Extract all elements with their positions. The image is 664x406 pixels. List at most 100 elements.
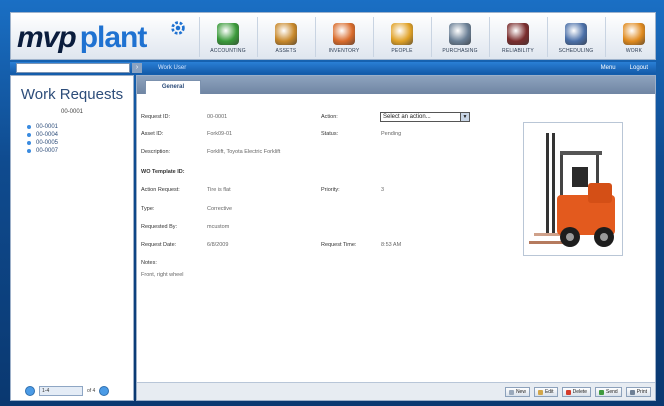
list-item-label: 00-0005 (36, 140, 59, 146)
request-id-value: 00-0001 (207, 114, 228, 120)
delete-icon (565, 389, 571, 395)
people-icon (391, 23, 413, 45)
action-request-label: Action Request: (141, 187, 180, 193)
list-item-label: 00-0001 (36, 124, 59, 130)
edit-icon (537, 389, 543, 395)
bullet-icon (27, 141, 31, 145)
status-label: Status: (321, 131, 339, 137)
module-work-button[interactable]: Work (605, 17, 662, 57)
chevron-down-icon: ▼ (460, 113, 469, 121)
prev-page-button[interactable] (25, 386, 35, 396)
main-panel: General Request ID: 00-0001 Asset ID: Fo… (136, 75, 656, 401)
nav-bar: › Work User Menu Logout (10, 62, 656, 74)
button-label: Edit (544, 389, 554, 395)
footer-button-group: New Edit Delete Send Print (504, 387, 651, 397)
page-range-select[interactable]: 1-4 (39, 386, 83, 396)
module-assets-button[interactable]: Assets (257, 17, 314, 57)
module-scheduling-button[interactable]: Scheduling (547, 17, 604, 57)
notes-label: Notes: (141, 260, 157, 266)
action-label: Action: (321, 114, 338, 120)
app-logo[interactable]: mvp plant (17, 21, 148, 54)
money-icon (217, 23, 239, 45)
calendar-icon (565, 23, 587, 45)
work-request-list: 00-0001 00-0004 00-0005 00-0007 (27, 123, 133, 155)
description-label: Description: (141, 149, 171, 155)
search-button[interactable]: › (132, 63, 142, 73)
bullet-icon (27, 133, 31, 137)
request-time-label: Request Time: (321, 242, 357, 248)
wo-template-label: WO Template ID: (141, 169, 185, 175)
list-item-label: 00-0007 (36, 148, 59, 154)
priority-value: 3 (381, 187, 385, 193)
action-request-value: Tire is flat (207, 187, 231, 193)
page-count-label: of 4 (87, 388, 96, 394)
sidebar-subtitle: 00-0001 (60, 109, 84, 115)
bullet-icon (27, 149, 31, 153)
scale-icon (449, 23, 471, 45)
list-item[interactable]: 00-0004 (27, 131, 133, 139)
button-label: Delete (572, 389, 588, 395)
requested-by-label: Requested By: (141, 224, 178, 230)
request-id-label: Request ID: (141, 114, 171, 120)
list-item[interactable]: 00-0001 (27, 123, 133, 131)
new-icon (508, 389, 514, 395)
button-label: Print (636, 389, 647, 395)
bullet-icon (27, 125, 31, 129)
send-icon (599, 389, 605, 395)
module-label: Inventory (328, 48, 360, 54)
priority-label: Priority: (321, 187, 340, 193)
delete-button[interactable]: Delete (561, 387, 592, 397)
asset-id-label: Asset ID: (141, 131, 164, 137)
module-purchasing-button[interactable]: Purchasing (431, 17, 488, 57)
logo-plant-text: plant (79, 21, 148, 54)
type-value: Corrective (207, 206, 233, 212)
box-icon (333, 23, 355, 45)
logout-link[interactable]: Logout (630, 63, 648, 73)
action-select-value: Select an action... (383, 114, 431, 120)
description-value: Forklift, Toyota Electric Forklift (207, 149, 281, 155)
request-time-value: 8:53 AM (381, 242, 402, 248)
type-label: Type: (141, 206, 155, 212)
print-button[interactable]: Print (625, 387, 651, 397)
requested-by-value: mcustom (207, 224, 230, 230)
building-icon (275, 23, 297, 45)
pager: 1-4 of 4 (25, 386, 110, 396)
notes-value: Front, right wheel (141, 272, 184, 278)
app-window: mvp plant Accounting Assets Inventory People… (0, 0, 664, 406)
edit-button[interactable]: Edit (533, 387, 558, 397)
module-accounting-button[interactable]: Accounting (199, 17, 256, 57)
gears-icon (623, 23, 645, 45)
status-value: Pending (381, 131, 402, 137)
list-item[interactable]: 00-0005 (27, 139, 133, 147)
request-date-value: 6/8/2009 (207, 242, 229, 248)
action-footer: New Edit Delete Send Print (137, 382, 655, 400)
send-button[interactable]: Send (595, 387, 622, 397)
module-reliability-button[interactable]: Reliability (489, 17, 546, 57)
module-label: Accounting (210, 48, 246, 54)
menu-link[interactable]: Menu (601, 63, 616, 73)
list-item-label: 00-0004 (36, 132, 59, 138)
module-people-button[interactable]: People (373, 17, 430, 57)
module-label: Purchasing (442, 48, 478, 54)
logo-gear-icon (171, 21, 185, 35)
nav-right-links: Menu Logout (601, 63, 648, 73)
list-item[interactable]: 00-0007 (27, 147, 133, 155)
action-select[interactable]: Select an action... ▼ (380, 112, 470, 122)
header-bar: mvp plant Accounting Assets Inventory People… (10, 12, 656, 60)
search-input[interactable] (16, 63, 130, 73)
module-inventory-button[interactable]: Inventory (315, 17, 372, 57)
button-label: Send (606, 389, 618, 395)
module-label: Assets (275, 48, 297, 54)
new-button[interactable]: New (504, 387, 530, 397)
module-label: Scheduling (558, 48, 594, 54)
tab-bar: General (137, 76, 655, 94)
module-toolbar: Accounting Assets Inventory People Purchasin… (199, 17, 663, 57)
work-user-link[interactable]: Work User (158, 63, 186, 73)
tab-general[interactable]: General (145, 80, 201, 94)
asset-id-value[interactable]: Fork09-01 (207, 131, 232, 137)
sidebar-title: Work Requests (20, 86, 124, 103)
module-label: Reliability (502, 48, 534, 54)
asset-photo (523, 122, 623, 256)
button-label: New (515, 389, 526, 395)
next-page-button[interactable] (99, 386, 110, 396)
